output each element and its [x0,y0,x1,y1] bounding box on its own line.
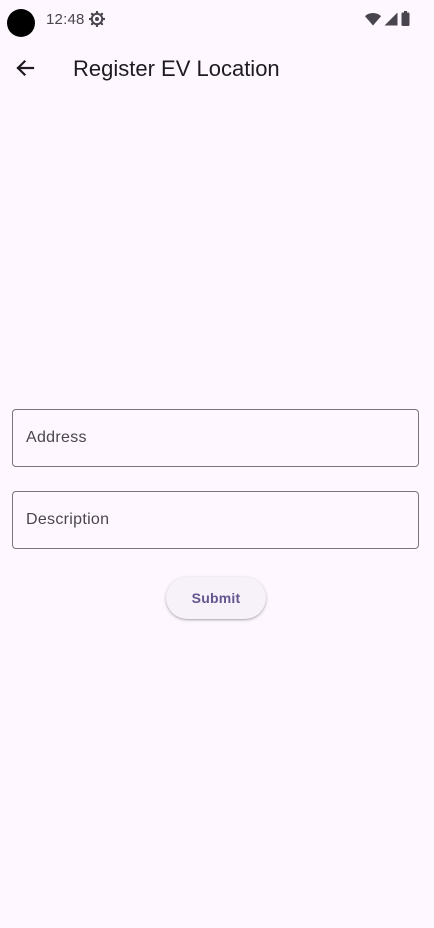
address-input[interactable] [13,410,418,466]
description-field[interactable] [12,491,419,549]
status-time: 12:48 [46,11,85,28]
status-bar: 12:48 [0,0,434,40]
back-button[interactable] [5,50,45,90]
battery-icon [401,11,410,26]
submit-button[interactable]: Submit [166,577,266,619]
app-bar: Register EV Location [0,40,434,100]
settings-gear-icon [88,10,106,28]
arrow-back-icon [15,58,35,83]
wifi-icon [365,12,381,26]
status-icons [365,11,410,26]
address-field[interactable] [12,409,419,467]
page-title: Register EV Location [73,56,280,81]
cellular-signal-icon [384,12,398,26]
description-input[interactable] [13,492,418,548]
camera-cutout [7,9,35,37]
